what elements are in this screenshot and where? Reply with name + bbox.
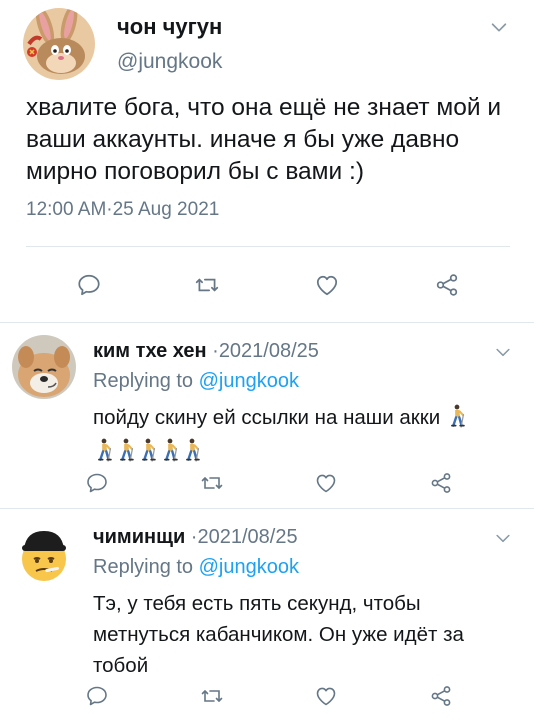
person-walking-with-cane-icon <box>159 438 181 462</box>
person-walking-with-cane-icon <box>93 438 115 462</box>
replying-to: Replying to @jungkook <box>93 556 299 579</box>
chevron-down-icon[interactable] <box>493 342 513 362</box>
avatar[interactable] <box>12 335 76 399</box>
replying-label: Replying to <box>93 556 199 578</box>
reply-text: Тэ, у тебя есть пять секунд, чтобы метну… <box>93 592 464 677</box>
heart-icon[interactable] <box>313 471 339 495</box>
reply-icon[interactable] <box>84 471 110 495</box>
avatar[interactable] <box>12 521 76 585</box>
reply-date-prefix: · <box>206 340 219 362</box>
retweet-icon[interactable] <box>199 684 225 708</box>
chevron-down-icon[interactable] <box>493 528 513 548</box>
share-icon[interactable] <box>433 272 461 298</box>
reply-tweet[interactable]: ким тхе хен ·2021/08/25 Replying to @jun… <box>0 323 534 508</box>
reply-icon[interactable] <box>75 272 103 298</box>
reply-text: пойду скину ей ссылки на наши акки <box>93 402 513 467</box>
chevron-down-icon[interactable] <box>488 16 510 38</box>
avatar[interactable] <box>23 8 95 80</box>
avatar-emoji-image <box>22 531 66 581</box>
person-walking-with-cane-icon <box>115 438 137 462</box>
tweet-text: хвалите бога, что она ещё не знает мой и… <box>26 94 502 185</box>
replying-to: Replying to @jungkook <box>93 370 299 393</box>
person-walking-with-cane-icon <box>446 404 468 428</box>
share-icon[interactable] <box>428 471 454 495</box>
heart-icon[interactable] <box>313 684 339 708</box>
replying-label: Replying to <box>93 370 199 392</box>
divider <box>26 246 510 247</box>
reply-header: ким тхе хен ·2021/08/25 <box>93 340 319 363</box>
reply-tweet[interactable]: чиминщи ·2021/08/25 Replying to @jungkoo… <box>0 509 534 720</box>
retweet-icon[interactable] <box>193 272 221 298</box>
display-name[interactable]: чон чугун <box>117 14 222 40</box>
tweet-time: 12:00 AM <box>26 199 107 220</box>
person-walking-with-cane-icon <box>181 438 203 462</box>
reply-header: чиминщи ·2021/08/25 <box>93 526 298 549</box>
reply-icon[interactable] <box>84 684 110 708</box>
reply-text-content: пойду скину ей ссылки на наши акки <box>93 406 441 429</box>
display-name[interactable]: ким тхе хен <box>93 340 207 362</box>
tweet-timestamp[interactable]: 12:00 AM·25 Aug 2021 <box>26 199 219 221</box>
emoji-run <box>93 436 203 467</box>
reply-date[interactable]: 2021/08/25 <box>219 340 319 362</box>
reply-date-prefix: · <box>185 526 198 548</box>
mention-link[interactable]: @jungkook <box>199 556 299 578</box>
person-walking-with-cane-icon <box>137 438 159 462</box>
avatar-bunny-image <box>23 8 95 80</box>
share-icon[interactable] <box>428 684 454 708</box>
retweet-icon[interactable] <box>199 471 225 495</box>
reply-date[interactable]: 2021/08/25 <box>197 526 297 548</box>
heart-icon[interactable] <box>313 272 341 298</box>
tweet-thread: чон чугун @jungkook хвалите бога, что он… <box>0 0 534 720</box>
mention-link[interactable]: @jungkook <box>199 370 299 392</box>
tweet-date: 25 Aug 2021 <box>112 199 220 220</box>
avatar-dog-image <box>12 335 76 399</box>
display-name[interactable]: чиминщи <box>93 526 185 548</box>
user-handle[interactable]: @jungkook <box>117 50 222 74</box>
main-tweet[interactable]: чон чугун @jungkook хвалите бога, что он… <box>0 0 534 322</box>
